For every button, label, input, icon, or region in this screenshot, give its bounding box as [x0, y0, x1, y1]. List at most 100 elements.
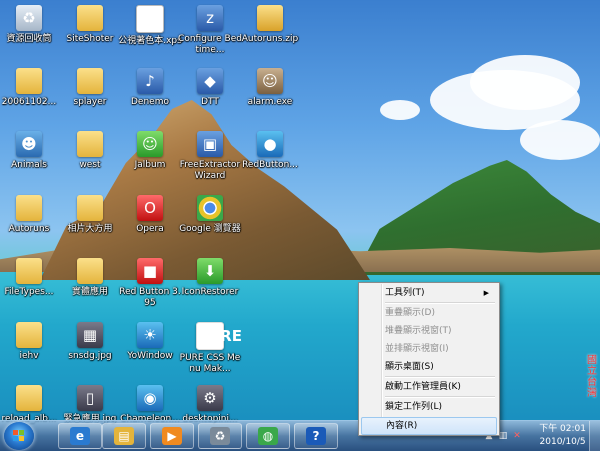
desktop-icon[interactable]: ▣ FreeExtractor Wizard: [178, 131, 242, 182]
desktop-icon[interactable]: ≡ 公視著色本.xps: [118, 5, 182, 47]
start-button[interactable]: [4, 422, 34, 450]
menu-item[interactable]: 內容(R): [361, 417, 497, 435]
extractor-icon: ▣: [197, 131, 223, 157]
desktop-icon-label: FileTypes...: [4, 287, 54, 297]
recycle-bin-icon: ♻: [16, 5, 42, 31]
menu-item-label: 工具列(T): [385, 288, 425, 298]
desktop-icon[interactable]: ♻ 資源回收筒: [0, 5, 61, 45]
desktop-icon[interactable]: ⬇ IconRestorer: [178, 258, 242, 298]
weather-icon: ☀: [137, 322, 163, 348]
clock-time: 下午 02:01: [539, 424, 586, 434]
zip-folder-icon: [257, 5, 283, 31]
cloud: [470, 55, 580, 110]
desktop-icon[interactable]: ▦ snsdg.jpg: [58, 322, 122, 362]
desktop-icon[interactable]: O Opera: [118, 195, 182, 235]
desktop-icon[interactable]: ■ Red Button 3.95: [118, 258, 182, 309]
menu-item[interactable]: 啟動工作管理員(K): [361, 378, 497, 396]
desktop-icon-label: Animals: [11, 160, 47, 170]
menu-item[interactable]: 鎖定工作列(L): [361, 398, 497, 416]
download-icon: ⬇: [197, 258, 223, 284]
desktop-icon-label: Configure Bedtime...: [178, 34, 242, 55]
taskbar-button[interactable]: ◍: [246, 423, 290, 449]
desktop-icon[interactable]: z Configure Bedtime...: [178, 5, 242, 56]
folder-icon: [77, 195, 103, 221]
frog-app-icon: ☺: [137, 131, 163, 157]
desktop-icon[interactable]: ☺ alarm.exe: [238, 68, 302, 108]
desktop-icon[interactable]: Autoruns.zip: [238, 5, 302, 45]
desktop-icon-label: RedButton...: [242, 160, 298, 170]
red-button-icon: ■: [137, 258, 163, 284]
menu-item[interactable]: 顯示桌面(S): [361, 358, 497, 376]
desktop-icon[interactable]: ● RedButton...: [238, 131, 302, 171]
desktop-icon[interactable]: ◉ Chameleon...: [118, 385, 182, 425]
menu-item[interactable]: 重疊顯示(D): [361, 304, 497, 322]
menu-item-label: 內容(R): [386, 421, 418, 431]
desktop-icon[interactable]: ☻ Animals: [0, 131, 61, 171]
xps-document-icon: ≡: [136, 5, 164, 33]
taskbar-button[interactable]: ♻: [198, 423, 242, 449]
desktop-icon-label: iehv: [19, 351, 39, 361]
folder-icon: [16, 322, 42, 348]
chrome-icon: [197, 195, 223, 221]
windows-explorer-icon: ▤: [114, 427, 134, 445]
image-icon: ▯: [77, 385, 103, 411]
globe-icon: ●: [257, 131, 283, 157]
desktop-icon-label: PURE CSS Menu Mak...: [179, 353, 241, 374]
desktop-icon[interactable]: 實體應用: [58, 258, 122, 298]
desktop-icon-label: 20061102...: [1, 97, 57, 107]
desktop-icon-label: Google 瀏覽器: [179, 224, 241, 234]
menu-item[interactable]: 工具列(T) ▶: [361, 284, 497, 302]
desktop-icon[interactable]: west: [58, 131, 122, 171]
desktop-icon-label: Red Button 3.95: [119, 287, 181, 308]
desktop-icon[interactable]: ▯ 緊急應用.jpg: [58, 385, 122, 425]
desktop-icon[interactable]: ☀ YoWindow: [118, 322, 182, 362]
desktop-icon[interactable]: ⚙ desktopini...: [178, 385, 242, 425]
help-icon: ?: [306, 427, 326, 445]
desktop-icon-label: alarm.exe: [247, 97, 293, 107]
menu-item[interactable]: 堆疊顯示視窗(T): [361, 322, 497, 340]
desktop-icon[interactable]: reload_alb...: [0, 385, 61, 425]
taskbar-button[interactable]: ▤: [102, 423, 146, 449]
desktop-icon[interactable]: PURE PURE CSS Menu Mak...: [178, 322, 242, 375]
desktop-icon[interactable]: SiteShoter: [58, 5, 122, 45]
taskbar-clock[interactable]: 下午 02:01 2010/10/5: [539, 423, 586, 449]
image-icon: ▦: [77, 322, 103, 348]
internet-explorer-icon: e: [70, 427, 90, 445]
folder-icon: [16, 258, 42, 284]
desktop-icon-label: 實體應用: [71, 287, 108, 297]
desktop-icon[interactable]: 20061102...: [0, 68, 61, 108]
desktop-icon-label: Autoruns: [8, 224, 50, 234]
desktop-icon[interactable]: iehv: [0, 322, 61, 362]
desktop-icon[interactable]: splayer: [58, 68, 122, 108]
taskbar-button[interactable]: ▶: [150, 423, 194, 449]
desktop-icon-label: snsdg.jpg: [68, 351, 112, 361]
menu-item[interactable]: 並排顯示視窗(I): [361, 340, 497, 358]
folder-icon: [77, 258, 103, 284]
cloud: [520, 120, 600, 160]
desktop-icon[interactable]: ♪ Denemo: [118, 68, 182, 108]
menu-item-label: 啟動工作管理員(K): [385, 382, 461, 392]
desktop-icon[interactable]: 相片大方用: [58, 195, 122, 235]
music-app-icon: ♪: [137, 68, 163, 94]
folder-icon: [16, 385, 42, 411]
taskbar-button[interactable]: ?: [294, 423, 338, 449]
shortcut-icon: z: [197, 5, 223, 31]
desktop-icon-label: 公視著色本.xps: [118, 36, 182, 46]
rock-island: [40, 100, 370, 280]
settings-file-icon: ⚙: [197, 385, 223, 411]
desktop-icon[interactable]: ◆ DTT: [178, 68, 242, 108]
menu-item-label: 鎖定工作列(L): [385, 402, 443, 412]
desktop-icon[interactable]: Google 瀏覽器: [178, 195, 242, 235]
opera-icon: O: [137, 195, 163, 221]
desktop-icon-label: Autoruns.zip: [241, 34, 299, 44]
folder-icon: [77, 68, 103, 94]
volume-muted-icon[interactable]: ✕: [511, 430, 523, 442]
desktop-icon-label: DTT: [201, 97, 219, 107]
menu-item-label: 重疊顯示(D): [385, 308, 435, 318]
desktop-icon-label: Opera: [136, 224, 164, 234]
desktop-icon[interactable]: ☺ Jalbum: [118, 131, 182, 171]
desktop-icon[interactable]: FileTypes...: [0, 258, 61, 298]
taskbar-button[interactable]: e: [58, 423, 102, 449]
desktop-icon[interactable]: Autoruns: [0, 195, 61, 235]
show-desktop-button[interactable]: [589, 421, 600, 451]
